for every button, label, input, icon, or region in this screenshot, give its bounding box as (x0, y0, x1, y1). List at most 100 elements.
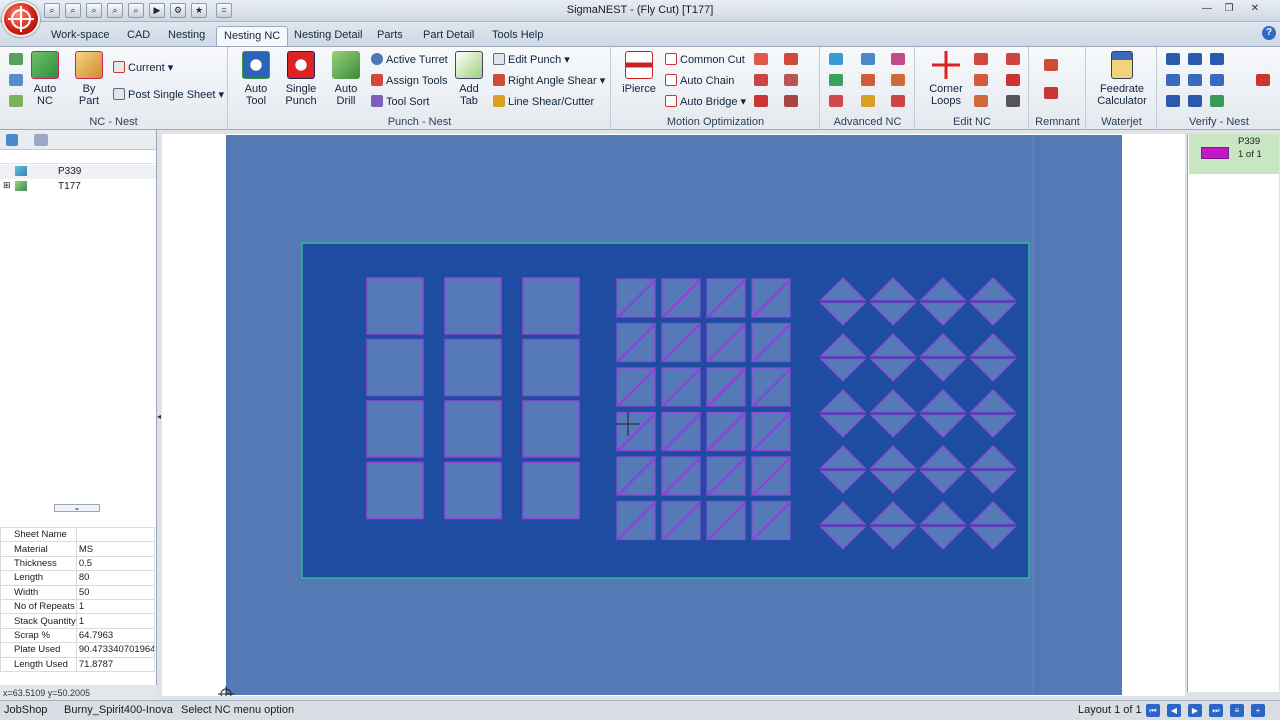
verify-icon[interactable] (1188, 95, 1202, 107)
square-part[interactable] (522, 461, 580, 520)
tab-part-detail[interactable]: Part Detail (416, 26, 481, 46)
quick-access-button[interactable]: ⌕ (86, 3, 102, 18)
property-value[interactable]: 1 (75, 598, 156, 615)
small-toggle-icon[interactable] (9, 53, 23, 65)
property-value[interactable]: 1 (75, 613, 156, 629)
grid-icon[interactable] (784, 53, 798, 65)
advanced-nc-icon[interactable] (829, 95, 843, 107)
square-part[interactable] (444, 338, 502, 397)
layout-thumbnail[interactable]: P339 1 of 1 (1189, 134, 1279, 174)
square-part[interactable] (366, 461, 424, 520)
ipierce-button[interactable]: iPierce (622, 51, 656, 95)
verify-icon[interactable] (1166, 53, 1180, 65)
square-part[interactable] (444, 400, 502, 458)
tab-cad[interactable]: CAD (120, 26, 157, 46)
tab-nesting-detail[interactable]: Nesting Detail (287, 26, 369, 46)
first-layout-icon[interactable]: ⏮ (1146, 704, 1160, 717)
remnant-icon[interactable] (1044, 87, 1058, 99)
post-single-sheet-button[interactable]: Post Single Sheet ▾ (113, 86, 224, 104)
right-angle-shear-button[interactable]: Right Angle Shear ▾ (493, 72, 605, 90)
square-part[interactable] (522, 338, 580, 397)
auto-tool-button[interactable]: Auto Tool (239, 51, 273, 107)
current-button[interactable]: Current ▾ (113, 59, 173, 77)
small-toggle-icon[interactable] (9, 74, 23, 86)
tree-item-p339[interactable]: P339 (0, 165, 156, 179)
verify-icon[interactable] (1210, 74, 1224, 86)
nest-canvas[interactable] (162, 134, 1185, 702)
quick-access-button[interactable]: ⌕ (128, 3, 144, 18)
verify-icon[interactable] (1188, 53, 1202, 65)
advanced-nc-icon[interactable] (861, 53, 875, 65)
square-part[interactable] (366, 277, 424, 335)
property-value[interactable] (75, 526, 156, 543)
by-part-button[interactable]: By Part (72, 51, 106, 107)
single-punch-button[interactable]: Single Punch (283, 51, 319, 107)
tool-sort-button[interactable]: Tool Sort (371, 93, 429, 111)
tab-nesting[interactable]: Nesting (161, 26, 212, 46)
status-machine[interactable]: Burny_Spirit400-Inova (64, 704, 173, 716)
last-layout-icon[interactable]: ⏭ (1209, 704, 1223, 717)
advanced-nc-icon[interactable] (861, 95, 875, 107)
feedrate-calculator-button[interactable]: Feedrate Calculator (1089, 51, 1155, 107)
edit-nc-icon[interactable] (1006, 53, 1020, 65)
advanced-nc-icon[interactable] (829, 53, 843, 65)
shape-icon[interactable] (754, 95, 768, 107)
advanced-nc-icon[interactable] (891, 74, 905, 86)
auto-bridge-button[interactable]: Auto Bridge ▾ (665, 93, 746, 111)
active-turret-button[interactable]: Active Turret (371, 51, 448, 69)
edit-nc-icon[interactable] (974, 95, 988, 107)
next-layout-icon[interactable]: ▶ (1188, 704, 1202, 717)
auto-nc-button[interactable]: Auto NC (30, 51, 60, 107)
toggle-icon[interactable] (754, 53, 768, 65)
add-layout-icon[interactable]: + (1251, 704, 1265, 717)
tab-workspace[interactable]: Work-space (44, 26, 116, 46)
add-tab-button[interactable]: Add Tab (453, 51, 485, 107)
square-part[interactable] (366, 400, 424, 458)
square-part[interactable] (366, 338, 424, 397)
tab-nesting-nc[interactable]: Nesting NC (216, 26, 289, 46)
restore-button[interactable]: ❐ (1220, 2, 1238, 16)
quick-access-button[interactable]: = (216, 3, 232, 18)
verify-icon[interactable] (1188, 74, 1202, 86)
panel-splitter[interactable]: ⌄ (54, 504, 100, 512)
auto-chain-button[interactable]: Auto Chain (665, 72, 734, 90)
square-part[interactable] (522, 400, 580, 458)
small-toggle-icon[interactable] (9, 95, 23, 107)
close-button[interactable]: ✕ (1246, 2, 1264, 16)
quick-access-button[interactable]: ★ (191, 3, 207, 18)
verify-icon[interactable] (1256, 74, 1270, 86)
tree-item-t177[interactable]: ⊞ T177 (0, 180, 156, 194)
line-shear-cutter-button[interactable]: Line Shear/Cutter (493, 93, 594, 111)
tab-parts[interactable]: Parts (370, 26, 410, 46)
prev-layout-icon[interactable]: ◀ (1167, 704, 1181, 717)
tree-view-icon[interactable] (6, 134, 18, 146)
advanced-nc-icon[interactable] (891, 95, 905, 107)
shape-icon[interactable] (784, 95, 798, 107)
shape-icon[interactable] (784, 74, 798, 86)
quick-access-button[interactable]: ⌕ (107, 3, 123, 18)
nest-drawing[interactable] (162, 134, 1185, 702)
edit-nc-icon[interactable] (974, 74, 988, 86)
common-cut-button[interactable]: Common Cut (665, 51, 745, 69)
square-part[interactable] (444, 461, 502, 520)
collapse-arrow-icon[interactable]: ◂ (157, 412, 161, 421)
help-icon[interactable]: ? (1262, 26, 1276, 40)
verify-icon[interactable] (1166, 95, 1180, 107)
verify-icon[interactable] (1210, 95, 1224, 107)
square-part[interactable] (444, 277, 502, 335)
property-value[interactable]: 0.5 (75, 555, 156, 572)
layout-options-icon[interactable]: ≡ (1230, 704, 1244, 717)
edit-punch-button[interactable]: Edit Punch ▾ (493, 51, 570, 69)
property-value[interactable]: 90.473340701964 (75, 642, 156, 658)
edit-nc-icon[interactable] (1006, 74, 1020, 86)
auto-drill-button[interactable]: Auto Drill (329, 51, 363, 107)
property-value[interactable]: 50 (75, 584, 156, 600)
quick-access-button[interactable]: ▶ (149, 3, 165, 18)
expand-icon[interactable]: ⊞ (3, 180, 11, 191)
property-value[interactable]: 64.7963 (75, 627, 156, 644)
minimize-button[interactable]: — (1198, 2, 1216, 16)
square-part[interactable] (522, 277, 580, 335)
quick-access-button[interactable]: ⌕ (44, 3, 60, 18)
remnant-icon[interactable] (1044, 59, 1058, 71)
list-view-icon[interactable] (34, 134, 48, 146)
